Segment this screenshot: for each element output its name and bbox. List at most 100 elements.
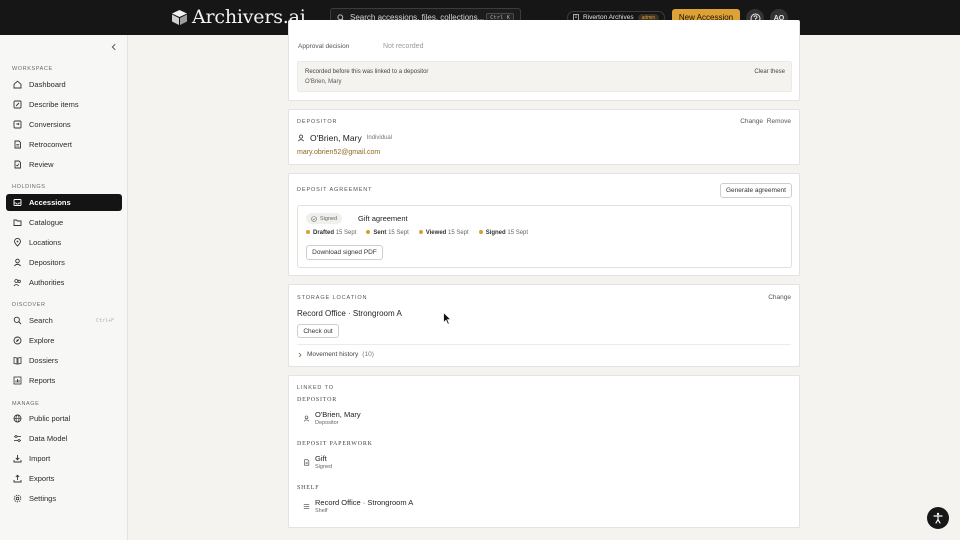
sidebar-item-review[interactable]: Review — [6, 156, 122, 173]
step-date: 15 Sept — [335, 230, 357, 236]
sidebar-item-data-model[interactable]: Data Model — [6, 430, 122, 447]
linked-shelf-name: Record Office · Strongroom A — [315, 498, 414, 507]
linked-to-card: LINKED TO DEPOSITOR O'Brien, Mary Deposi… — [288, 375, 800, 528]
movement-history-count: (10) — [362, 351, 374, 358]
sidebar-item-explore[interactable]: Explore — [6, 332, 122, 349]
generate-agreement-button[interactable]: Generate agreement — [720, 183, 792, 198]
depositor-identity: O'Brien, Mary Individual — [297, 133, 392, 143]
step-dot — [478, 230, 483, 234]
timeline-step: Drafted 15 Sept — [306, 230, 356, 236]
sidebar-item-label: Locations — [29, 238, 62, 247]
movement-history-label: Movement history — [307, 351, 359, 358]
gear-icon — [13, 494, 22, 503]
users-icon — [13, 278, 22, 287]
accessibility-button[interactable] — [927, 507, 949, 529]
linked-paperwork-text: Gift Signed — [315, 454, 332, 470]
sidebar-item-label: Settings — [29, 494, 57, 503]
sidebar-item-label: Import — [29, 454, 51, 463]
search-icon — [13, 316, 22, 325]
app-logo[interactable]: Archivers.ai — [171, 6, 306, 28]
storage-change-link[interactable]: Change — [768, 294, 791, 301]
edit-icon — [13, 100, 22, 109]
user-icon — [297, 134, 305, 142]
convert-icon — [13, 120, 22, 129]
user-icon — [303, 415, 310, 422]
sidebar-item-label: Public portal — [29, 414, 71, 423]
compass-icon — [13, 336, 22, 345]
linked-paperwork-heading: DEPOSIT PAPERWORK — [297, 441, 373, 447]
storage-location-card: STORAGE LOCATION Change Record Office · … — [288, 284, 800, 367]
bar-chart-icon — [13, 376, 22, 385]
timeline-step: Sent 15 Sept — [366, 230, 409, 236]
linked-shelf-item[interactable]: Record Office · Strongroom A Shelf — [303, 498, 413, 514]
linked-paperwork-name: Gift — [315, 454, 327, 463]
sidebar-item-settings[interactable]: Settings — [6, 490, 122, 507]
sidebar-item-reports[interactable]: Reports — [6, 372, 122, 389]
inbox-icon — [13, 198, 22, 207]
agreement-section-title: DEPOSIT AGREEMENT — [297, 187, 373, 193]
upload-icon — [13, 474, 22, 483]
check-circle-icon — [311, 215, 317, 222]
document-icon — [303, 459, 310, 466]
storage-location-name: Record Office · Strongroom A — [297, 309, 402, 318]
agreement-timeline: Drafted 15 Sept Sent 15 Sept Viewed 15 S… — [306, 230, 528, 236]
sidebar-item-locations[interactable]: Locations — [6, 234, 122, 251]
sidebar-item-search[interactable]: Search Ctrl+F — [6, 312, 122, 329]
sidebar-item-accessions[interactable]: Accessions — [6, 194, 122, 211]
step-date: 15 Sept — [388, 230, 409, 236]
archive-box-icon — [171, 9, 188, 26]
depositor-change-link[interactable]: Change — [740, 118, 763, 125]
sidebar-item-authorities[interactable]: Authorities — [6, 274, 122, 291]
sidebar-group-manage: MANAGE — [12, 401, 40, 407]
linked-depositor-name: O'Brien, Mary — [315, 410, 361, 419]
pre-link-note-title: Recorded before this was linked to a dep… — [305, 69, 429, 75]
step-label: Signed — [485, 230, 506, 236]
pre-link-note: Recorded before this was linked to a dep… — [297, 61, 792, 92]
download-icon — [13, 454, 22, 463]
linked-paperwork-item[interactable]: Gift Signed — [303, 454, 332, 470]
download-signed-pdf-button[interactable]: Download signed PDF — [306, 245, 383, 260]
mouse-cursor — [443, 312, 452, 325]
step-dot — [366, 230, 371, 234]
depositor-remove-link[interactable]: Remove — [767, 118, 791, 125]
check-out-button[interactable]: Check out — [297, 324, 339, 338]
home-icon — [13, 80, 22, 89]
sidebar: WORKSPACE Dashboard Describe items Conve… — [0, 35, 128, 540]
book-icon — [13, 356, 22, 365]
linked-depositor-sub: Depositor — [315, 420, 339, 426]
sidebar-item-import[interactable]: Import — [6, 450, 122, 467]
step-dot — [418, 230, 423, 234]
agreement-title: Gift agreement — [358, 214, 408, 223]
depositor-name[interactable]: O'Brien, Mary — [310, 133, 362, 143]
sidebar-group-discover: DISCOVER — [12, 302, 46, 308]
sliders-icon — [13, 434, 22, 443]
sidebar-item-dossiers[interactable]: Dossiers — [6, 352, 122, 369]
divider — [297, 344, 791, 345]
sidebar-item-label: Describe items — [29, 100, 79, 109]
sidebar-item-catalogue[interactable]: Catalogue — [6, 214, 122, 231]
sidebar-item-dashboard[interactable]: Dashboard — [6, 76, 122, 93]
sidebar-item-label: Authorities — [29, 278, 65, 287]
depositor-type: Individual — [366, 135, 393, 141]
collapse-sidebar-button[interactable] — [110, 43, 118, 51]
step-label: Viewed — [425, 230, 447, 236]
sidebar-item-label: Reports — [29, 376, 56, 385]
depositor-email-link[interactable]: mary.obrien52@gmail.com — [297, 149, 380, 156]
sidebar-item-describe-items[interactable]: Describe items — [6, 96, 122, 113]
depositor-card: DEPOSITOR Change Remove O'Brien, Mary In… — [288, 109, 800, 165]
linked-depositor-heading: DEPOSITOR — [297, 397, 338, 403]
clear-these-link[interactable]: Clear these — [754, 69, 785, 75]
sidebar-item-public-portal[interactable]: Public portal — [6, 410, 122, 427]
sidebar-item-conversions[interactable]: Conversions — [6, 116, 122, 133]
step-date: 15 Sept — [507, 230, 529, 236]
document-icon — [13, 140, 22, 149]
storage-section-title: STORAGE LOCATION — [297, 295, 368, 301]
sidebar-item-depositors[interactable]: Depositors — [6, 254, 122, 271]
sidebar-item-label: Review — [29, 160, 54, 169]
sidebar-item-retroconvert[interactable]: Retroconvert — [6, 136, 122, 153]
sidebar-item-exports[interactable]: Exports — [6, 470, 122, 487]
sidebar-item-label: Retroconvert — [29, 140, 72, 149]
linked-shelf-text: Record Office · Strongroom A Shelf — [315, 498, 413, 514]
movement-history-toggle[interactable]: Movement history (10) — [297, 351, 374, 358]
linked-depositor-item[interactable]: O'Brien, Mary Depositor — [303, 410, 361, 426]
